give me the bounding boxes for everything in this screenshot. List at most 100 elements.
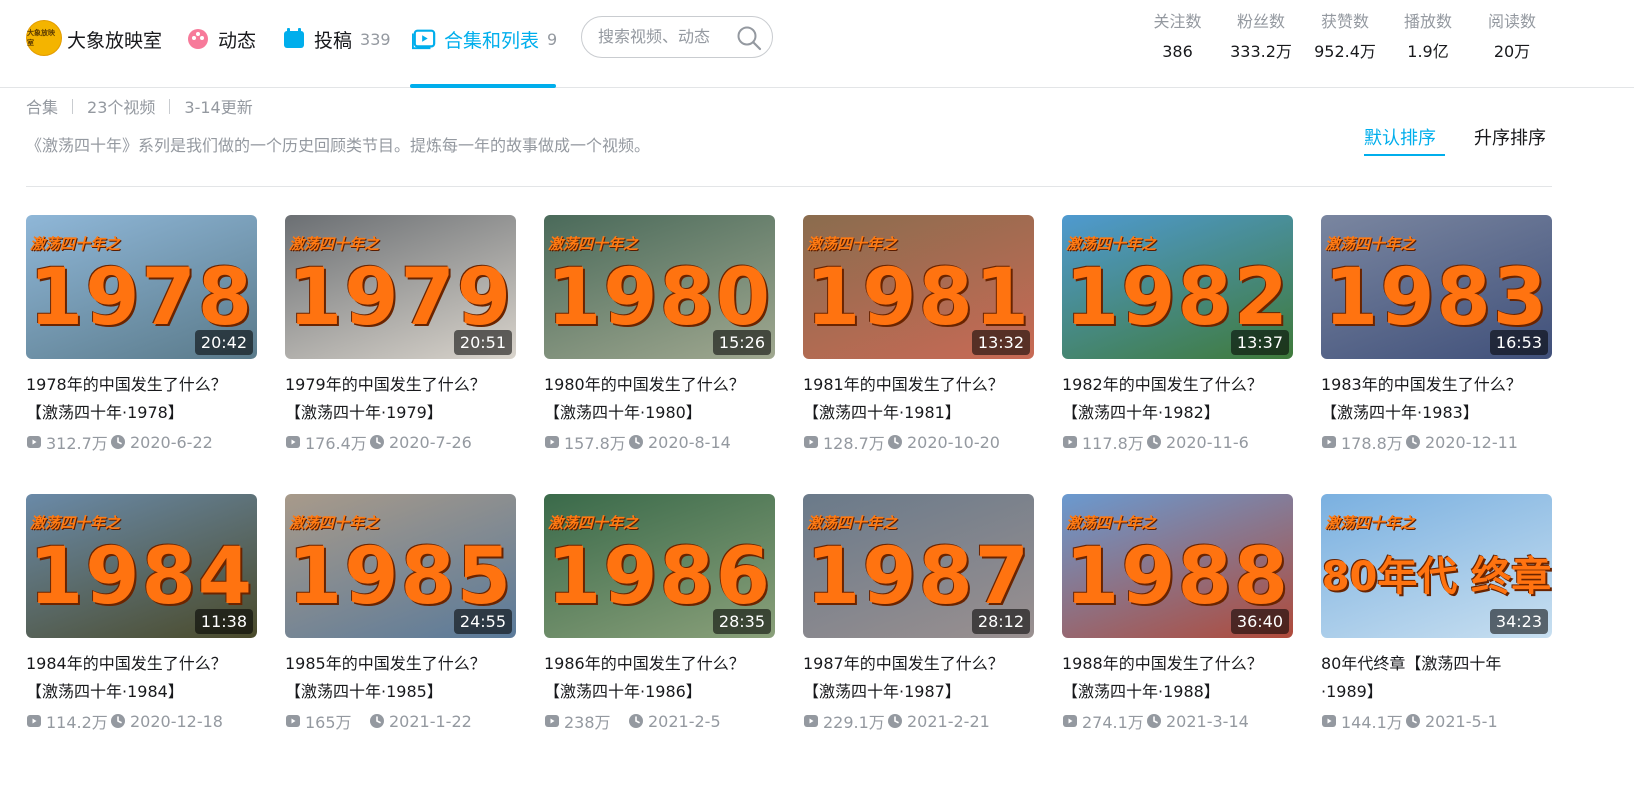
thumbnail-series-text: 激荡四十年之 bbox=[1066, 514, 1157, 532]
play-count-icon bbox=[544, 434, 560, 450]
video-duration: 28:12 bbox=[971, 609, 1030, 634]
video-card[interactable]: 激荡四十年之 80年代 终章 34:23 80年代终章【激荡四十年·1989】 144.… bbox=[1321, 494, 1552, 733]
video-card[interactable]: 激荡四十年之 1979 20:51 1979年的中国发生了什么？【激荡四十年·1979… bbox=[285, 215, 516, 454]
video-thumbnail[interactable]: 激荡四十年之 1978 20:42 bbox=[26, 215, 257, 359]
tab-dynamic-label: 动态 bbox=[218, 29, 257, 52]
video-card[interactable]: 激荡四十年之 1985 24:55 1985年的中国发生了什么？【激荡四十年·1985… bbox=[285, 494, 516, 733]
tab-collections-count: 9 bbox=[547, 29, 558, 49]
publish-date: 2020-6-22 bbox=[130, 432, 213, 452]
stat-likes: 获赞数 952.4万 bbox=[1310, 12, 1380, 62]
video-title[interactable]: 1988年的中国发生了什么？【激荡四十年·1988】 bbox=[1062, 650, 1293, 706]
play-count-icon bbox=[1062, 434, 1078, 450]
clock-icon bbox=[110, 434, 126, 450]
tab-collections[interactable]: 合集和列表 9 bbox=[412, 22, 557, 56]
video-info: 157.8万 2020-8-14 bbox=[544, 430, 775, 454]
play-count: 114.2万 bbox=[46, 713, 108, 732]
clock-icon bbox=[887, 713, 903, 729]
video-title[interactable]: 1983年的中国发生了什么？【激荡四十年·1983】 bbox=[1321, 371, 1552, 427]
video-thumbnail[interactable]: 激荡四十年之 1979 20:51 bbox=[285, 215, 516, 359]
thumbnail-year-text: 1979 bbox=[287, 253, 514, 343]
video-thumbnail[interactable]: 激荡四十年之 1988 36:40 bbox=[1062, 494, 1293, 638]
video-title[interactable]: 80年代终章【激荡四十年·1989】 bbox=[1321, 650, 1552, 706]
stat-following[interactable]: 关注数 386 bbox=[1150, 12, 1205, 62]
video-duration: 15:26 bbox=[712, 330, 771, 355]
tab-collections-label: 合集和列表 bbox=[444, 29, 540, 52]
video-card[interactable]: 激荡四十年之 1986 28:35 1986年的中国发生了什么？【激荡四十年·1986… bbox=[544, 494, 775, 733]
video-title[interactable]: 1982年的中国发生了什么？【激荡四十年·1982】 bbox=[1062, 371, 1293, 427]
video-card[interactable]: 激荡四十年之 1981 13:32 1981年的中国发生了什么？【激荡四十年·1981… bbox=[803, 215, 1034, 454]
publish-date: 2020-8-14 bbox=[648, 432, 731, 452]
stat-value: 1.9亿 bbox=[1407, 42, 1449, 61]
sort-default-button[interactable]: 默认排序 bbox=[1364, 124, 1436, 150]
search-input[interactable] bbox=[596, 17, 730, 59]
thumbnail-year-text: 1986 bbox=[546, 532, 773, 622]
channel-name[interactable]: 大象放映室 bbox=[67, 22, 162, 56]
video-card[interactable]: 激荡四十年之 1984 11:38 1984年的中国发生了什么？【激荡四十年·1984… bbox=[26, 494, 257, 733]
clock-icon bbox=[1405, 713, 1421, 729]
stat-label: 阅读数 bbox=[1487, 12, 1536, 31]
video-title[interactable]: 1985年的中国发生了什么？【激荡四十年·1985】 bbox=[285, 650, 516, 706]
uploads-icon bbox=[282, 27, 306, 51]
video-title[interactable]: 1981年的中国发生了什么？【激荡四十年·1981】 bbox=[803, 371, 1034, 427]
thumbnail-year-text: 1981 bbox=[805, 253, 1032, 343]
thumbnail-series-text: 激荡四十年之 bbox=[1325, 514, 1416, 532]
stat-label: 获赞数 bbox=[1320, 12, 1369, 31]
stat-reads: 阅读数 20万 bbox=[1482, 12, 1542, 62]
tab-dynamic[interactable]: 动态 bbox=[186, 22, 256, 56]
video-thumbnail[interactable]: 激荡四十年之 1986 28:35 bbox=[544, 494, 775, 638]
play-count-icon bbox=[285, 713, 301, 729]
tab-uploads[interactable]: 投稿 339 bbox=[282, 22, 391, 56]
thumbnail-series-text: 激荡四十年之 bbox=[548, 235, 639, 253]
publish-date: 2021-2-21 bbox=[907, 711, 990, 731]
sort-asc-button[interactable]: 升序排序 bbox=[1474, 124, 1546, 150]
thumbnail-series-text: 激荡四十年之 bbox=[807, 235, 898, 253]
video-card[interactable]: 激荡四十年之 1987 28:12 1987年的中国发生了什么？【激荡四十年·1987… bbox=[803, 494, 1034, 733]
thumbnail-year-text: 1985 bbox=[287, 532, 514, 622]
channel-avatar[interactable]: 大象放映室 bbox=[26, 20, 62, 56]
video-thumbnail[interactable]: 激荡四十年之 1987 28:12 bbox=[803, 494, 1034, 638]
clock-icon bbox=[628, 434, 644, 450]
video-title[interactable]: 1980年的中国发生了什么？【激荡四十年·1980】 bbox=[544, 371, 775, 427]
video-title[interactable]: 1987年的中国发生了什么？【激荡四十年·1987】 bbox=[803, 650, 1034, 706]
video-thumbnail[interactable]: 激荡四十年之 1983 16:53 bbox=[1321, 215, 1552, 359]
video-duration: 13:32 bbox=[971, 330, 1030, 355]
section-divider bbox=[26, 186, 1552, 187]
clock-icon bbox=[110, 713, 126, 729]
video-duration: 34:23 bbox=[1489, 609, 1548, 634]
clock-icon bbox=[369, 434, 385, 450]
channel-name-label: 大象放映室 bbox=[67, 29, 163, 52]
video-card[interactable]: 激荡四十年之 1978 20:42 1978年的中国发生了什么？【激荡四十年·1978… bbox=[26, 215, 257, 454]
publish-date: 2021-2-5 bbox=[648, 711, 721, 731]
video-card[interactable]: 激荡四十年之 1982 13:37 1982年的中国发生了什么？【激荡四十年·1982… bbox=[1062, 215, 1293, 454]
video-thumbnail[interactable]: 激荡四十年之 1981 13:32 bbox=[803, 215, 1034, 359]
video-card[interactable]: 激荡四十年之 1988 36:40 1988年的中国发生了什么？【激荡四十年·1988… bbox=[1062, 494, 1293, 733]
video-thumbnail[interactable]: 激荡四十年之 1985 24:55 bbox=[285, 494, 516, 638]
play-count-icon bbox=[803, 434, 819, 450]
video-info: 165万 2021-1-22 bbox=[285, 709, 516, 733]
stat-label: 粉丝数 bbox=[1236, 12, 1285, 31]
video-title[interactable]: 1984年的中国发生了什么？【激荡四十年·1984】 bbox=[26, 650, 257, 706]
publish-date: 2020-7-26 bbox=[389, 432, 472, 452]
video-card[interactable]: 激荡四十年之 1983 16:53 1983年的中国发生了什么？【激荡四十年·1983… bbox=[1321, 215, 1552, 454]
video-thumbnail[interactable]: 激荡四十年之 1984 11:38 bbox=[26, 494, 257, 638]
video-thumbnail[interactable]: 激荡四十年之 80年代 终章 34:23 bbox=[1321, 494, 1552, 638]
stat-followers[interactable]: 粉丝数 333.2万 bbox=[1226, 12, 1296, 62]
clock-icon bbox=[369, 713, 385, 729]
video-thumbnail[interactable]: 激荡四十年之 1982 13:37 bbox=[1062, 215, 1293, 359]
search-box[interactable] bbox=[581, 16, 773, 59]
play-count-icon bbox=[26, 713, 42, 729]
video-card[interactable]: 激荡四十年之 1980 15:26 1980年的中国发生了什么？【激荡四十年·1980… bbox=[544, 215, 775, 454]
video-title[interactable]: 1979年的中国发生了什么？【激荡四十年·1979】 bbox=[285, 371, 516, 427]
thumbnail-year-text: 1987 bbox=[805, 532, 1032, 622]
video-thumbnail[interactable]: 激荡四十年之 1980 15:26 bbox=[544, 215, 775, 359]
play-count: 312.7万 bbox=[46, 434, 108, 453]
thumbnail-year-text: 1983 bbox=[1323, 253, 1550, 343]
play-count: 117.8万 bbox=[1082, 434, 1144, 453]
video-title[interactable]: 1986年的中国发生了什么？【激荡四十年·1986】 bbox=[544, 650, 775, 706]
publish-date: 2021-5-1 bbox=[1425, 711, 1498, 731]
play-count: 178.8万 bbox=[1341, 434, 1403, 453]
video-title[interactable]: 1978年的中国发生了什么？【激荡四十年·1978】 bbox=[26, 371, 257, 427]
search-icon[interactable] bbox=[736, 25, 762, 51]
play-count-icon bbox=[1321, 713, 1337, 729]
stat-value: 386 bbox=[1162, 42, 1193, 61]
